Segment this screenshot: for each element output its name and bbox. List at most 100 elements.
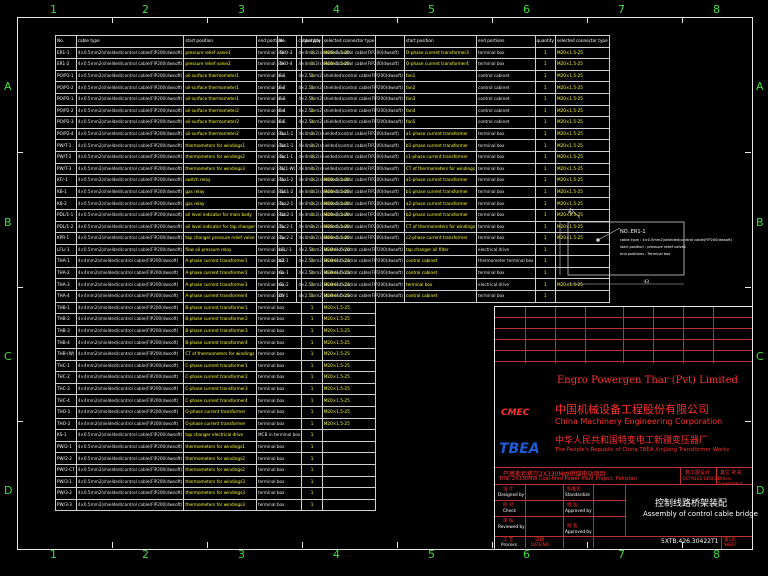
connector-type-cell: M20×1.5-25	[554, 162, 610, 176]
start-position-cell: fan2	[403, 81, 478, 94]
table-row: THO-3 4×4mm2(shielded)control cable(FIP20…	[276, 46, 610, 60]
cable-type-cell: 4×0.5mm2(shielded)control cable(FIP200(d…	[75, 487, 185, 500]
quantity-cell: 1	[301, 382, 323, 396]
start-position-cell: C-phase current transformer1	[183, 359, 258, 373]
zone-top-8: 8	[713, 3, 720, 16]
end-position-cell: terminal box	[256, 301, 303, 315]
end-position-cell: terminal box	[476, 58, 536, 71]
table-row: TLa1-1 4×4mm2(shielded)control cable(FIP2…	[276, 127, 610, 141]
start-position-cell: tap changer electrical drive	[183, 429, 258, 442]
sheet-en: SHEET	[724, 542, 738, 547]
cable-type-cell: 4×0.5mm2(shielded)control cable(FIP200(d…	[75, 185, 185, 199]
connector-type-cell: M20×1.5-25	[554, 150, 610, 164]
quantity-cell: 1	[301, 348, 323, 361]
cable-number-cell: PO/P1-1	[55, 69, 77, 83]
connector-type-cell: M20×1.5-25	[554, 69, 610, 83]
quantity-cell: 1	[301, 475, 323, 489]
end-position-cell: terminal box	[476, 174, 536, 187]
cable-type-cell: 4×4mm2(shielded)control cable(FIP200(dws…	[75, 359, 185, 373]
cable-type-cell: 4×4mm2(shielded)control cable(FIP200(dws…	[75, 406, 185, 419]
cable-type-cell: 4×2.5mm2(shielded)control cable(FIP200(d…	[296, 116, 405, 129]
cable-number-cell: TLb2-1	[276, 208, 298, 222]
table-row: PW/3-1 4×0.5mm2(shielded)control cable(FI…	[55, 475, 377, 489]
start-position-cell: CT of thermometers for windings	[403, 162, 478, 176]
table-row: TL(1-W) 4×4mm2(shielded)control cable(FIP…	[276, 162, 610, 176]
table-row: THB-1 4×4mm2(shielded)control cable(FIP20…	[55, 301, 377, 315]
project-english: Thar 2X330MW Coal-fired Power Plant Proj…	[499, 476, 637, 482]
start-position-cell: pressure relief valve2	[183, 58, 258, 71]
table-row: THO-2 4×4mm2(shielded)control cable(FIP20…	[55, 417, 377, 431]
table-header: No. cable type start position end portio…	[276, 35, 610, 48]
quantity-cell: 1	[301, 440, 323, 454]
cable-type-cell: 4×0.5mm2(shielded)control cable(FIP200(d…	[75, 162, 185, 176]
cable-type-cell: 4×2.5mm2(shielded)control cable(FIP200(d…	[296, 278, 405, 292]
cable-number-cell: F-1	[276, 69, 298, 83]
quantity-cell: 1	[534, 139, 556, 152]
table-row: F-4 4×2.5mm2(shielded)control cable(FIP20…	[276, 104, 610, 118]
start-position-cell: B-phase current transformer1	[183, 301, 258, 315]
cable-number-cell: THA-4	[55, 290, 77, 303]
quantity-cell: 1	[534, 162, 556, 176]
table-row: THC-1 4×4mm2(shielded)control cable(FIP20…	[55, 359, 377, 373]
start-position-cell: oil level indicator for tap changer	[183, 220, 258, 234]
zone-bottom-3: 3	[238, 548, 245, 561]
cable-number-cell: GL-1	[276, 266, 298, 280]
cable-type-cell: 4×2.5mm2(shielded)control cable(FIP200(d…	[296, 266, 405, 280]
client-name: Engro Powergen Thar (Pvt) Limited	[557, 375, 738, 386]
quantity-cell: 1	[301, 487, 323, 500]
start-position-cell: B-phase current transformer4	[183, 336, 258, 350]
cable-type-cell: 4×0.5mm2(shielded)control cable(FIP200(d…	[75, 92, 185, 106]
drawing-title-en: Assembly of control cable bridge	[643, 510, 758, 518]
zone-top-4: 4	[333, 3, 340, 16]
start-position-cell: terminal box	[403, 278, 478, 292]
tbea-chinese-name: 中华人民共和国特变电工新疆变压器厂	[555, 436, 709, 446]
cable-number-cell: THB-(W)	[55, 348, 77, 361]
cable-number-cell: TLb1-2	[276, 185, 298, 199]
cable-type-cell: 4×4mm2(shielded)control cable(FIP200(dws…	[296, 58, 405, 71]
zone-top-2: 2	[142, 3, 149, 16]
cable-number-cell: PW/3-3	[55, 498, 77, 512]
zone-bottom-5: 5	[428, 548, 435, 561]
cable-number-cell: PW/2-CT	[55, 463, 77, 477]
cable-type-cell: 4×2.5mm2(shielded)control cable(FIP200(d…	[296, 290, 405, 303]
cable-type-cell: 4×0.5mm2(shielded)control cable(FIP200(d…	[75, 208, 185, 222]
end-position-cell: terminal box	[256, 475, 303, 489]
cable-number-cell: F-3	[276, 92, 298, 106]
cable-number-cell: TLc2-1	[276, 220, 298, 234]
cable-type-cell: 4×0.5mm2(shielded)control cable(FIP200(d…	[75, 440, 185, 454]
cable-type-cell: 4×0.5mm2(shielded)control cable(FIP200(d…	[75, 81, 185, 94]
cable-number-cell: THB-1	[55, 301, 77, 315]
connector-type-cell: M20×1.5-25	[554, 139, 610, 152]
end-position-cell: terminal box	[256, 463, 303, 477]
cable-number-cell: THC-3	[55, 382, 77, 396]
start-position-cell: B-phase current transformer3	[183, 324, 258, 338]
cable-type-cell: 4×0.5mm2(shielded)control cable(FIP200(d…	[75, 232, 185, 245]
cable-number-cell: PW/2-1	[55, 440, 77, 454]
cable-number-cell: THO-4	[276, 58, 298, 71]
header-no: No.	[276, 35, 298, 48]
cable-number-cell: TLb1-1	[276, 139, 298, 152]
connector-type-cell	[321, 475, 377, 489]
end-position-cell: terminal box	[476, 208, 536, 222]
start-position-cell: B-phase current transformer2	[183, 313, 258, 326]
start-position-cell: a1-phase current transformer	[403, 127, 478, 141]
cable-number-cell: PW/2-2	[55, 452, 77, 465]
table-row: PW/2-2 4×0.5mm2(shielded)control cable(FI…	[55, 452, 377, 465]
quantity-cell: 1	[534, 58, 556, 71]
part-chinese: 其它 补充	[720, 470, 742, 476]
cable-type-cell: 4×2.5mm2(shielded)control cable(FIP200(d…	[296, 81, 405, 94]
cable-type-cell: 4×0.5mm2(shielded)control cable(FIP200(d…	[75, 452, 185, 465]
cable-type-cell: 4×4mm2(shielded)control cable(FIP200(dws…	[296, 162, 405, 176]
cable-number-cell: KZ-1	[276, 255, 298, 268]
connector-type-cell	[321, 463, 377, 477]
connector-type-cell: M20×1.5-25	[554, 81, 610, 94]
cable-number-cell: THC-4	[55, 394, 77, 407]
start-position-cell: CT of thermometers for windings	[403, 220, 478, 234]
end-position-cell: terminal box	[256, 394, 303, 407]
start-position-cell: b2-phase current transformer	[403, 208, 478, 222]
start-position-cell: O-phase current transformer	[183, 406, 258, 419]
zone-left-c: C	[4, 350, 12, 363]
quantity-cell: 1	[301, 394, 323, 407]
connector-type-cell: M20×1.5-25	[554, 92, 610, 106]
cable-number-cell: PW/3-2	[55, 487, 77, 500]
